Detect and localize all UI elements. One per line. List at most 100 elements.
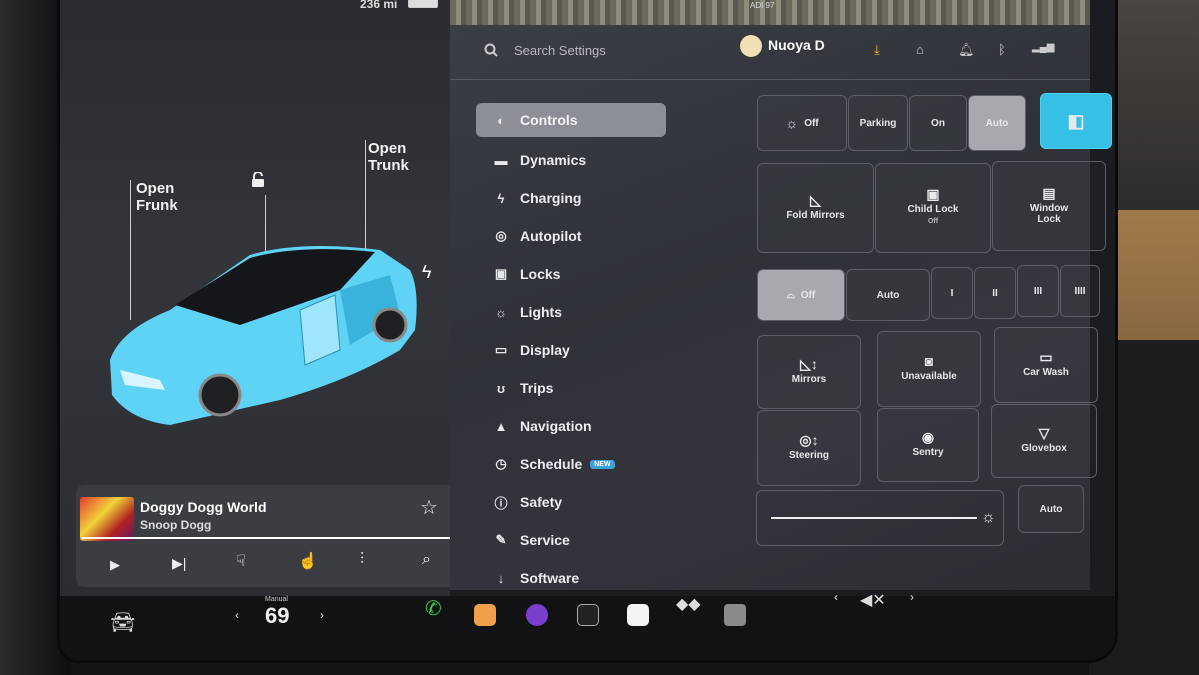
volume-down-chevron-icon[interactable]: ‹: [834, 590, 838, 604]
download-icon: ↓: [497, 570, 505, 586]
thumbs-down-icon[interactable]: ☟: [236, 551, 246, 571]
sidebar-item-controls[interactable]: ◐ Controls: [476, 103, 666, 137]
map-street-label: ADI 97: [750, 1, 775, 10]
wipers-speed-1-button[interactable]: I: [931, 267, 973, 319]
brightness-track[interactable]: [771, 517, 977, 519]
mirror-adjust-icon: ◺↕: [800, 356, 818, 372]
tidal-app-icon[interactable]: ◆◆: [676, 594, 701, 614]
lte-signal-icon: ▂▄▆: [1032, 42, 1055, 53]
climate-mode-label: Manual: [265, 596, 288, 603]
fold-mirrors-button[interactable]: ◺ Fold Mirrors: [757, 163, 874, 253]
media-player: Doggy Dogg World Snoop Dogg ☆ ▶ ▶| ☟ ☝ ⫶…: [76, 485, 464, 587]
play-icon[interactable]: ▶: [110, 557, 120, 573]
temp-up-chevron-icon[interactable]: ›: [320, 608, 324, 622]
mute-icon[interactable]: ◀✕: [860, 590, 886, 610]
wipers-off-button[interactable]: ⌓ Off: [757, 269, 845, 321]
temp-down-chevron-icon[interactable]: ‹: [235, 608, 239, 622]
sidebar-item-display[interactable]: ▭ Display: [476, 331, 666, 369]
playback-progress-fill: [82, 537, 451, 539]
sentry-button[interactable]: ◉ Sentry: [877, 408, 979, 482]
sidebar-item-locks[interactable]: ▣ Locks: [476, 255, 666, 293]
sidebar-item-service[interactable]: ✎ Service: [476, 521, 666, 559]
headlights-on-button[interactable]: On: [909, 95, 967, 151]
sidebar-item-label: Service: [520, 532, 570, 548]
sidebar-item-label: Display: [520, 342, 570, 358]
wipers-speed-4-button[interactable]: IIII: [1060, 265, 1100, 317]
favorite-star-icon[interactable]: ☆: [420, 495, 438, 520]
wipers-speed-2-button[interactable]: II: [974, 267, 1016, 319]
bell-icon[interactable]: 🔔︎: [958, 42, 975, 58]
next-track-icon[interactable]: ▶|: [172, 555, 186, 572]
clock-icon: ◷: [495, 456, 507, 471]
fog-lights-button[interactable]: ◧: [1040, 93, 1112, 149]
sidebar-item-safety[interactable]: ⓘ Safety: [476, 483, 666, 521]
mirrors-adjust-button[interactable]: ◺↕ Mirrors: [757, 335, 861, 409]
lock-icon: ▣: [494, 266, 508, 281]
safety-icon: ⓘ: [494, 495, 508, 511]
driver-profile[interactable]: Nuoya D: [740, 35, 825, 57]
navigation-icon: ▲: [494, 418, 508, 434]
album-art[interactable]: [80, 497, 134, 541]
steering-wheel-icon: ◎: [495, 228, 507, 243]
avatar: [740, 35, 762, 57]
sidebar-item-label: Charging: [520, 190, 582, 206]
thumbs-up-icon[interactable]: ☝: [298, 551, 318, 571]
sidebar-item-dynamics[interactable]: ▬ Dynamics: [476, 141, 666, 179]
media-search-icon[interactable]: ⌕: [422, 551, 431, 569]
sidebar-item-autopilot[interactable]: ◎ Autopilot: [476, 217, 666, 255]
song-title: Doggy Dogg World: [140, 499, 267, 515]
unlock-icon[interactable]: [250, 172, 266, 188]
more-apps-icon[interactable]: [577, 604, 599, 626]
sidebar-item-label: Lights: [520, 304, 562, 320]
volume-up-chevron-icon[interactable]: ›: [910, 590, 914, 604]
sidebar-item-label: Controls: [520, 112, 578, 128]
home-icon[interactable]: ⌂: [916, 42, 924, 57]
wiper-icon: ⌓: [786, 289, 795, 301]
notes-app-icon[interactable]: [474, 604, 496, 626]
equalizer-icon[interactable]: ⫶: [360, 551, 364, 569]
cabin-temperature[interactable]: 69: [265, 603, 289, 629]
sidebar-item-navigation[interactable]: ▲ Navigation: [476, 407, 666, 445]
sidebar-item-schedule[interactable]: ◷ Schedule NEW: [476, 445, 666, 483]
dashcam-app-icon[interactable]: [724, 604, 746, 626]
sidebar-item-label: Schedule: [520, 456, 583, 472]
sidebar-item-trips[interactable]: ʊ Trips: [476, 369, 666, 407]
sidebar-item-label: Autopilot: [520, 228, 582, 244]
steering-adjust-button[interactable]: ◎↕ Steering: [757, 410, 861, 486]
headlights-auto-button[interactable]: Auto: [968, 95, 1026, 151]
wipers-speed-3-button[interactable]: III: [1017, 265, 1059, 317]
wipers-auto-button[interactable]: Auto: [846, 269, 930, 321]
profile-name: Nuoya D: [768, 37, 825, 53]
car-icon[interactable]: 🚘︎: [110, 610, 135, 635]
window-lock-button[interactable]: ▤ Window Lock: [992, 161, 1106, 251]
headlights-off-button[interactable]: ☼ Off: [757, 95, 847, 151]
glovebox-button[interactable]: ▽ Glovebox: [991, 404, 1097, 478]
car-wash-button[interactable]: ▭ Car Wash: [994, 327, 1098, 403]
bolt-icon: ϟ: [497, 190, 505, 206]
camera-unavailable-tile[interactable]: ◙ Unavailable: [877, 331, 981, 407]
lock-icon: ▣: [926, 186, 940, 202]
bluetooth-icon[interactable]: ᛒ: [998, 42, 1006, 57]
playback-progress-bar[interactable]: [82, 537, 462, 539]
sidebar-item-label: Safety: [520, 494, 563, 510]
brightness-auto-button[interactable]: Auto: [1018, 485, 1084, 533]
settings-panel: Search Settings Nuoya D ⤓ ⌂ 🔔︎ ᛒ ▂▄▆ ◐ Co…: [450, 25, 1112, 590]
child-lock-button[interactable]: ▣ Child Lock Off: [875, 163, 991, 253]
camera-icon: ◙: [924, 353, 934, 369]
sidebar-item-software[interactable]: ↓ Software: [476, 559, 666, 597]
display-brightness-slider[interactable]: ☼: [756, 490, 1004, 546]
camera-app-icon[interactable]: [526, 604, 548, 626]
car-icon: ▬: [494, 152, 508, 168]
sidebar-item-lights[interactable]: ☼ Lights: [476, 293, 666, 331]
sidebar-item-label: Software: [520, 570, 580, 586]
sidebar-item-label: Trips: [520, 380, 554, 396]
sidebar-item-charging[interactable]: ϟ Charging: [476, 179, 666, 217]
open-frunk-button[interactable]: Open Frunk: [136, 180, 178, 214]
settings-search-input[interactable]: Search Settings: [514, 43, 606, 58]
open-trunk-button[interactable]: Open Trunk: [368, 140, 409, 174]
phone-icon[interactable]: ✆: [425, 596, 442, 621]
download-icon[interactable]: ⤓: [874, 42, 880, 58]
calendar-app-icon[interactable]: [627, 604, 649, 626]
sidebar-item-label: Locks: [520, 266, 561, 282]
headlights-parking-button[interactable]: Parking: [848, 95, 908, 151]
